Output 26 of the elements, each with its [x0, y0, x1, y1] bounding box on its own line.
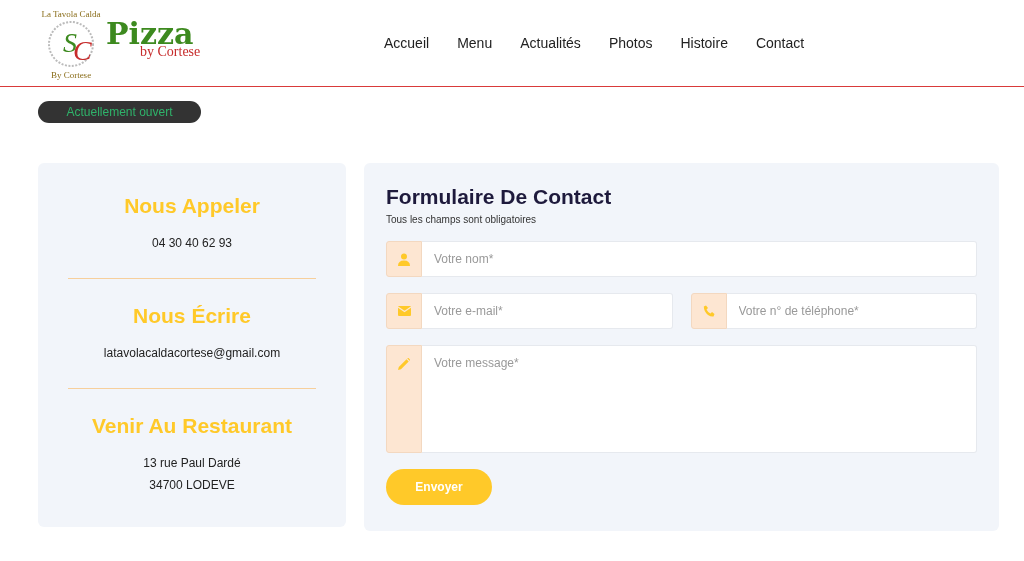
name-field[interactable]: Votre nom* [422, 241, 977, 277]
nav-link[interactable]: Contact [741, 35, 819, 51]
info-text: latavolacaldacortese@gmail.com [103, 345, 281, 362]
logo-emblem: La Tavola Calda SC By Cortese [40, 6, 102, 80]
envelope-icon [397, 306, 411, 316]
nav-link[interactable]: Photos [594, 35, 667, 51]
section-title: Nous Écrire [133, 304, 251, 328]
nav-link[interactable]: Menu [443, 35, 507, 51]
nav-link[interactable]: Accueil [370, 35, 444, 51]
info-text: 34700 LODEVE [149, 477, 235, 494]
message-field[interactable]: Votre message* [422, 345, 977, 453]
info-text: 13 rue Paul Dardé [143, 455, 241, 472]
logo-subtitle: by Cortese [140, 45, 201, 59]
email-field[interactable]: Votre e-mail* [422, 293, 673, 329]
nav-link[interactable]: Histoire [666, 35, 742, 51]
user-icon [398, 252, 410, 266]
section-title: Nous Appeler [124, 194, 260, 218]
form-subtitle: Tous les champs sont obligatoires [386, 214, 537, 225]
phone-icon [702, 305, 715, 317]
pencil-icon [398, 358, 410, 370]
form-title: Formulaire De Contact [386, 185, 613, 209]
info-text: 04 30 40 62 93 [151, 235, 233, 252]
section-title: Venir Au Restaurant [92, 414, 292, 438]
phone-field[interactable]: Votre n° de téléphone* [726, 293, 977, 329]
nav-link[interactable]: Actualités [506, 35, 595, 51]
status-pill: Actuellement ouvert [38, 101, 201, 123]
